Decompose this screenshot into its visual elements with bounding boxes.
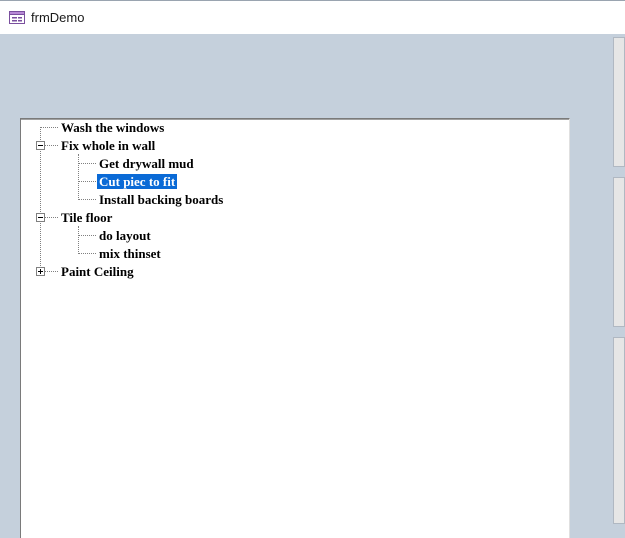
- tree-branch-line: [78, 199, 96, 200]
- tree-node-wash-windows[interactable]: Wash the windows: [59, 119, 166, 137]
- collapse-icon[interactable]: [36, 141, 45, 150]
- side-panel-middle: [613, 177, 625, 327]
- tree-node-label: mix thinset: [99, 246, 161, 261]
- tree-node-label: do layout: [99, 228, 151, 243]
- tree-branch-line: [40, 127, 58, 128]
- tree-node-label: Wash the windows: [61, 120, 165, 135]
- tree-view[interactable]: Wash the windows Fix whole in wall Get d…: [20, 118, 570, 538]
- collapse-icon[interactable]: [36, 213, 45, 222]
- form-title: frmDemo: [31, 10, 85, 25]
- tree-children-connector-1: [78, 154, 79, 200]
- side-panel-bottom: [613, 337, 625, 524]
- tree-node-get-drywall-mud[interactable]: Get drywall mud: [97, 155, 196, 173]
- side-panel-top: [613, 37, 625, 167]
- tree-node-label: Cut piec to fit: [97, 174, 178, 189]
- tree-node-label: Get drywall mud: [99, 156, 194, 171]
- tree-node-fix-wall[interactable]: Fix whole in wall: [59, 137, 157, 155]
- title-bar: frmDemo: [0, 0, 625, 34]
- tree-branch-line: [78, 163, 96, 164]
- tree-node-install-backing-boards[interactable]: Install backing boards: [97, 191, 225, 209]
- form-icon: [9, 11, 25, 24]
- tree-branch-line: [78, 181, 96, 182]
- expand-icon[interactable]: [36, 267, 45, 276]
- tree-node-paint-ceiling[interactable]: Paint Ceiling: [59, 263, 136, 281]
- tree-node-cut-piec-selected[interactable]: Cut piec to fit: [97, 173, 178, 191]
- tree-branch-line: [78, 253, 96, 254]
- tree-branch-line: [78, 235, 96, 236]
- tree-node-mix-thinset[interactable]: mix thinset: [97, 245, 163, 263]
- tree-node-label: Install backing boards: [99, 192, 224, 207]
- tree-children-connector-2: [78, 226, 79, 254]
- tree-node-do-layout[interactable]: do layout: [97, 227, 153, 245]
- tree-node-label: Fix whole in wall: [61, 138, 156, 153]
- tree-node-label: Tile floor: [61, 210, 113, 225]
- tree-node-tile-floor[interactable]: Tile floor: [59, 209, 114, 227]
- tree-node-label: Paint Ceiling: [61, 264, 134, 279]
